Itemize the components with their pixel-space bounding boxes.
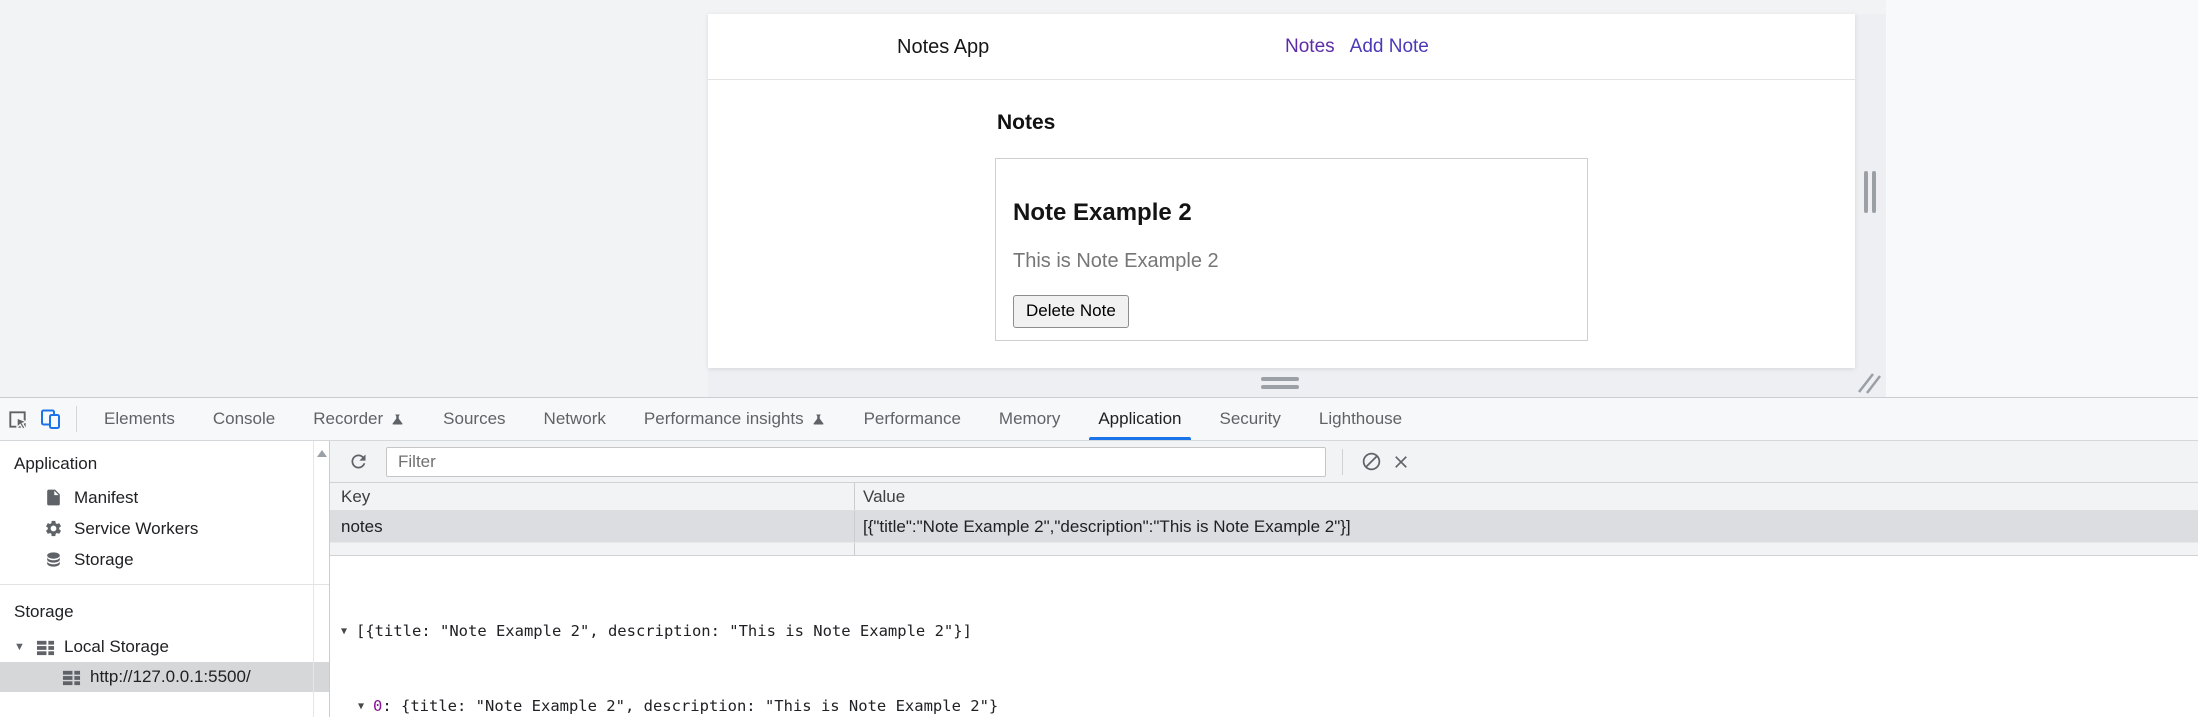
storage-table-header: Key Value	[330, 483, 2198, 511]
delete-note-button[interactable]: Delete Note	[1013, 295, 1129, 328]
row-key: notes	[330, 511, 855, 542]
sidebar-scrollbar[interactable]	[313, 441, 329, 717]
local-storage-panel: Key Value notes [{"title":"Note Example …	[330, 441, 2198, 717]
tab-recorder[interactable]: Recorder	[294, 398, 424, 440]
gear-icon	[46, 520, 61, 537]
chevron-down-icon[interactable]: ▼	[14, 641, 27, 653]
screen: Notes App Notes Add Note Notes Note Exam…	[0, 0, 2198, 717]
notes-section-heading: Notes	[997, 111, 1056, 134]
nav-link-notes[interactable]: Notes	[1285, 36, 1335, 58]
database-icon	[47, 552, 60, 567]
tab-security[interactable]: Security	[1201, 398, 1300, 440]
tab-elements[interactable]: Elements	[85, 398, 194, 440]
tab-network[interactable]: Network	[525, 398, 625, 440]
tab-console[interactable]: Console	[194, 398, 294, 440]
page-nav: Notes Add Note	[1285, 14, 1429, 80]
device-toolbar-icon	[41, 409, 60, 429]
sidebar-item-manifest[interactable]: Manifest	[0, 482, 329, 513]
filter-input[interactable]	[386, 446, 1326, 477]
scroll-up-icon	[317, 450, 327, 457]
chevron-down-icon[interactable]: ▼	[358, 694, 373, 717]
sidebar-item-local-storage-origin[interactable]: http://127.0.0.1:5500/	[0, 662, 329, 692]
inspect-element-button[interactable]	[0, 398, 34, 440]
note-description: This is Note Example 2	[1013, 250, 1219, 272]
viewport-resize-handle-corner[interactable]	[1856, 368, 1884, 396]
tab-performance-insights[interactable]: Performance insights	[625, 398, 845, 440]
nav-link-add-note[interactable]: Add Note	[1350, 36, 1429, 58]
sidebar-section-storage: Storage	[14, 602, 74, 621]
tab-sources[interactable]: Sources	[424, 398, 524, 440]
note-card: Note Example 2 This is Note Example 2 De…	[995, 158, 1588, 341]
storage-value-preview: ▼ [{title: "Note Example 2", description:…	[330, 556, 2198, 717]
viewport-resize-handle-bottom[interactable]	[1261, 376, 1299, 391]
inspect-cursor-icon	[8, 410, 29, 430]
tab-application[interactable]: Application	[1079, 398, 1200, 440]
refresh-icon	[350, 454, 365, 469]
application-sidebar: Application Manifest Service Workers Sto…	[0, 441, 330, 717]
sidebar-item-service-workers[interactable]: Service Workers	[0, 513, 329, 544]
refresh-button[interactable]	[343, 447, 373, 477]
delete-selected-button[interactable]	[1386, 447, 1416, 477]
sidebar-item-storage[interactable]: Storage	[0, 544, 329, 575]
tree-root[interactable]: ▼ [{title: "Note Example 2", description:…	[341, 619, 2198, 644]
page-header: Notes App Notes Add Note	[708, 14, 1855, 80]
devtools-toolbar: Elements Console Recorder Sources Networ…	[0, 398, 2198, 441]
experiment-icon	[813, 414, 824, 424]
filter-bar-separator	[1342, 448, 1343, 475]
block-icon	[1362, 452, 1380, 471]
tree-item-0[interactable]: ▼ 0: {title: "Note Example 2", descriptio…	[358, 694, 2198, 717]
table-empty-row	[330, 543, 2198, 556]
note-title: Note Example 2	[1013, 199, 1192, 226]
experiment-icon	[392, 414, 403, 424]
tab-performance[interactable]: Performance	[845, 398, 980, 440]
chevron-down-icon[interactable]: ▼	[341, 619, 356, 644]
tab-lighthouse[interactable]: Lighthouse	[1300, 398, 1421, 440]
rendered-page: Notes App Notes Add Note Notes Note Exam…	[708, 14, 1855, 368]
devtools-panel: Elements Console Recorder Sources Networ…	[0, 397, 2198, 717]
column-header-key[interactable]: Key	[330, 483, 855, 510]
column-header-value[interactable]: Value	[855, 483, 2198, 510]
file-icon	[47, 489, 60, 506]
corner-resize-icon	[1858, 373, 1881, 394]
table-icon	[36, 640, 55, 655]
device-mode-canvas-right	[1886, 0, 2198, 397]
viewport-resize-handle-right[interactable]	[1863, 171, 1878, 213]
toggle-device-toolbar-button[interactable]	[34, 398, 68, 440]
page-brand: Notes App	[897, 35, 990, 58]
sidebar-section-application: Application	[14, 454, 98, 473]
clear-all-button[interactable]	[1356, 447, 1386, 477]
close-icon	[1395, 455, 1407, 468]
tab-memory[interactable]: Memory	[980, 398, 1079, 440]
row-value: [{"title":"Note Example 2","description"…	[863, 516, 1351, 536]
sidebar-item-local-storage[interactable]: ▼ Local Storage	[0, 632, 329, 662]
toolbar-separator	[76, 406, 77, 432]
storage-filter-bar	[330, 441, 2198, 483]
table-icon	[62, 670, 81, 685]
table-row-notes[interactable]: notes [{"title":"Note Example 2","descri…	[330, 511, 2198, 543]
